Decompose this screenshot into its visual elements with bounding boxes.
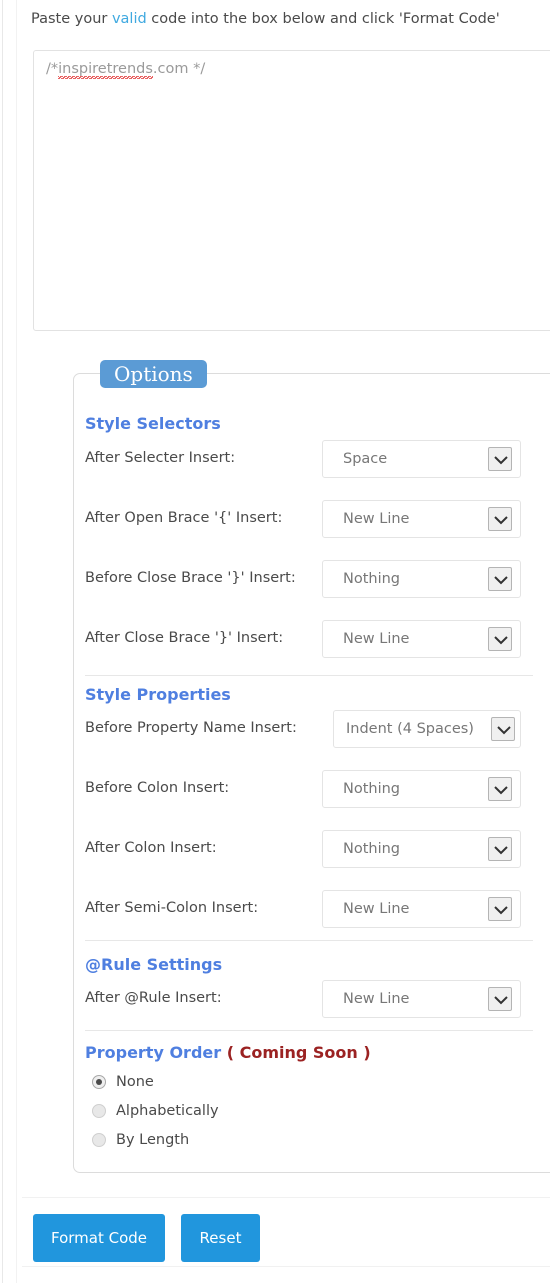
- css-formatter-page: Paste your valid code into the box below…: [0, 0, 550, 1283]
- radio-label-none: None: [116, 1074, 154, 1090]
- radio-label-by-length: By Length: [116, 1132, 190, 1148]
- option-label-after-selector: After Selecter Insert:: [85, 450, 236, 466]
- chevron-down-icon[interactable]: [488, 567, 512, 591]
- option-label-after-open-brace: After Open Brace '{' Insert:: [85, 510, 283, 526]
- chevron-down-icon[interactable]: [488, 837, 512, 861]
- select-after-close-brace[interactable]: New Line: [322, 620, 521, 658]
- select-before-property-name[interactable]: Indent (4 Spaces): [333, 710, 521, 748]
- instruction-text: Paste your valid code into the box below…: [31, 9, 500, 29]
- button-bar-bottom-divider: [22, 1266, 550, 1267]
- select-after-at-rule-value: New Line: [343, 991, 410, 1007]
- chevron-down-icon[interactable]: [488, 777, 512, 801]
- radio-button-by-length[interactable]: [92, 1133, 106, 1147]
- valid-code-link[interactable]: valid: [112, 11, 147, 27]
- code-input-placeholder: /*inspiretrends.com */: [46, 61, 206, 79]
- chevron-down-icon[interactable]: [488, 627, 512, 651]
- option-label-after-colon: After Colon Insert:: [85, 840, 217, 856]
- option-label-before-colon: Before Colon Insert:: [85, 780, 230, 796]
- chevron-down-icon[interactable]: [488, 987, 512, 1011]
- section-heading-style-selectors: Style Selectors: [85, 414, 221, 433]
- chevron-down-icon[interactable]: [488, 507, 512, 531]
- select-after-semicolon-value: New Line: [343, 901, 410, 917]
- chevron-down-icon[interactable]: [491, 717, 515, 741]
- section-divider-property-order: [85, 1030, 533, 1031]
- property-order-heading-text: Property Order: [85, 1043, 222, 1062]
- select-after-colon[interactable]: Nothing: [322, 830, 521, 868]
- chevron-down-icon[interactable]: [488, 897, 512, 921]
- select-after-at-rule[interactable]: New Line: [322, 980, 521, 1018]
- option-label-after-at-rule: After @Rule Insert:: [85, 990, 222, 1006]
- placeholder-misspelled-word: inspiretrends: [58, 61, 153, 79]
- instruction-text-after: code into the box below and click 'Forma…: [146, 11, 500, 27]
- section-divider-style-properties: [85, 675, 533, 676]
- page-gutter-line-left: [2, 0, 3, 1283]
- option-label-before-property-name: Before Property Name Insert:: [85, 720, 297, 736]
- select-after-selector[interactable]: Space: [322, 440, 521, 478]
- radio-button-none[interactable]: [92, 1075, 106, 1089]
- option-label-after-semicolon: After Semi-Colon Insert:: [85, 900, 259, 916]
- instruction-text-before: Paste your: [31, 11, 112, 27]
- radio-label-alphabetically: Alphabetically: [116, 1103, 219, 1119]
- reset-button[interactable]: Reset: [181, 1214, 260, 1262]
- select-after-semicolon[interactable]: New Line: [322, 890, 521, 928]
- page-gutter-line-inner: [16, 0, 17, 1283]
- select-after-colon-value: Nothing: [343, 841, 401, 857]
- select-after-close-brace-value: New Line: [343, 631, 410, 647]
- section-heading-at-rule-settings: @Rule Settings: [85, 955, 223, 974]
- chevron-down-icon[interactable]: [488, 447, 512, 471]
- select-before-property-name-value: Indent (4 Spaces): [346, 721, 474, 737]
- options-legend-badge: Options: [100, 360, 207, 388]
- coming-soon-note: ( Coming Soon ): [221, 1043, 371, 1062]
- select-before-colon[interactable]: Nothing: [322, 770, 521, 808]
- format-code-button[interactable]: Format Code: [33, 1214, 165, 1262]
- section-heading-property-order: Property Order ( Coming Soon ): [85, 1043, 371, 1062]
- section-heading-style-properties: Style Properties: [85, 685, 231, 704]
- select-before-close-brace[interactable]: Nothing: [322, 560, 521, 598]
- select-before-close-brace-value: Nothing: [343, 571, 401, 587]
- placeholder-prefix: /*: [46, 61, 59, 77]
- select-after-open-brace[interactable]: New Line: [322, 500, 521, 538]
- section-divider-at-rule-settings: [85, 940, 533, 941]
- select-after-selector-value: Space: [343, 451, 388, 467]
- button-bar-top-divider: [22, 1197, 550, 1198]
- option-label-before-close-brace: Before Close Brace '}' Insert:: [85, 570, 296, 586]
- select-after-open-brace-value: New Line: [343, 511, 410, 527]
- placeholder-suffix: .com */: [152, 61, 206, 77]
- code-input-textarea[interactable]: /*inspiretrends.com */: [33, 50, 550, 331]
- radio-button-alphabetically[interactable]: [92, 1104, 106, 1118]
- select-before-colon-value: Nothing: [343, 781, 401, 797]
- option-label-after-close-brace: After Close Brace '}' Insert:: [85, 630, 284, 646]
